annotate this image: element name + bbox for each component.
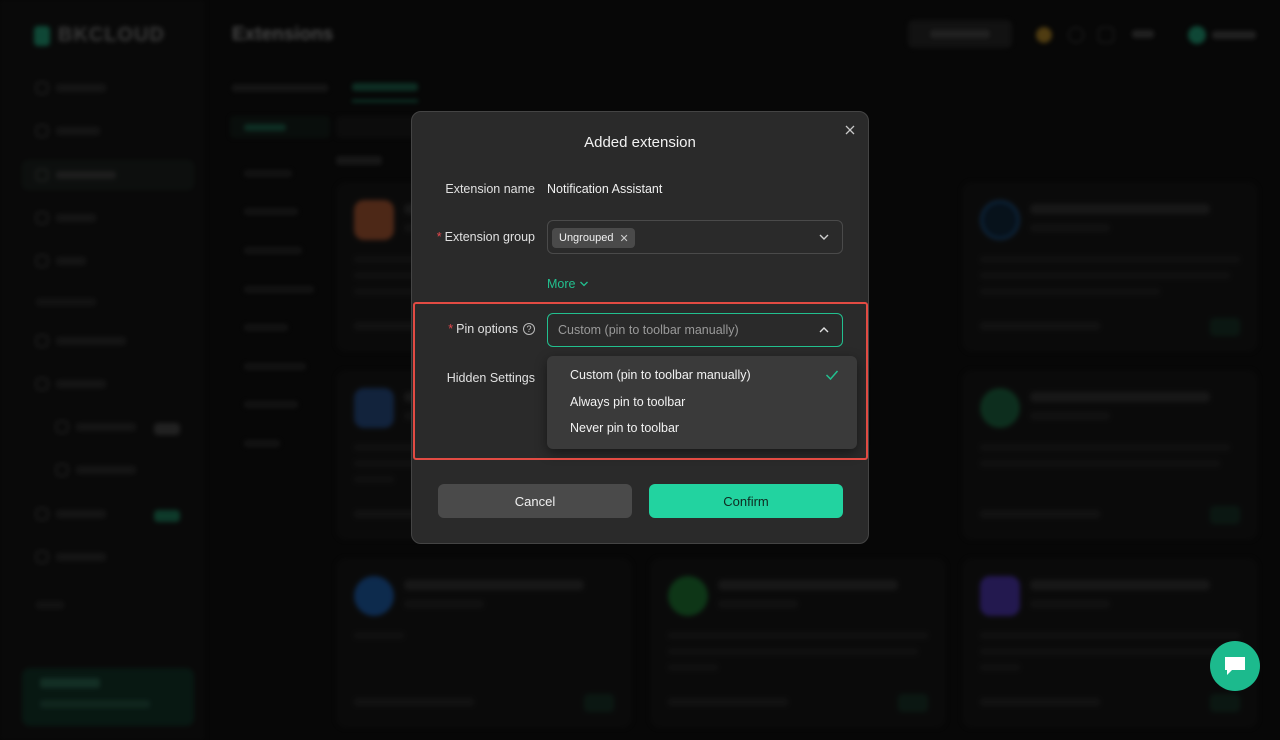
confirm-button[interactable]: Confirm [649,484,843,518]
pin-option-always[interactable]: Always pin to toolbar [547,389,857,416]
hidden-settings-label: Hidden Settings [446,371,535,385]
extension-name-label: Extension name [445,182,535,196]
required-marker: * [448,322,454,336]
cancel-button[interactable]: Cancel [438,484,632,518]
chevron-down-icon [819,234,829,240]
pin-option-never[interactable]: Never pin to toolbar [547,415,857,442]
pin-options-select[interactable]: Custom (pin to toolbar manually) [547,313,843,347]
required-marker: * [436,230,442,244]
more-label: More [547,277,576,291]
help-icon[interactable]: ? [523,323,535,335]
pin-options-selected-value: Custom (pin to toolbar manually) [558,323,739,337]
added-extension-modal: Added extension Extension name Notificat… [411,111,869,544]
extension-group-select[interactable]: Ungrouped ✕ [547,220,843,254]
more-toggle[interactable]: More [547,277,589,291]
chat-icon [1225,657,1245,675]
pin-options-dropdown: Custom (pin to toolbar manually) Always … [547,356,857,449]
extension-name-value: Notification Assistant [547,182,663,196]
pin-option-label: Custom (pin to toolbar manually) [570,368,751,383]
chevron-up-icon [819,327,829,333]
close-button[interactable] [842,122,858,138]
chat-support-button[interactable] [1210,641,1260,691]
pin-option-custom[interactable]: Custom (pin to toolbar manually) [547,362,857,389]
group-tag: Ungrouped ✕ [552,228,635,248]
extension-group-label: * Extension group [437,230,535,244]
group-tag-label: Ungrouped [559,232,614,244]
pin-option-label: Always pin to toolbar [570,394,686,409]
extension-group-label-text: Extension group [444,230,535,244]
pin-options-label: * Pin options? [448,322,535,336]
tag-remove-icon[interactable]: ✕ [619,232,628,245]
close-icon [845,125,855,135]
check-icon [825,370,839,381]
chevron-down-icon [580,281,589,287]
pin-options-label-text: Pin options [456,322,518,336]
pin-option-label: Never pin to toolbar [570,421,680,436]
modal-title: Added extension [584,134,696,151]
